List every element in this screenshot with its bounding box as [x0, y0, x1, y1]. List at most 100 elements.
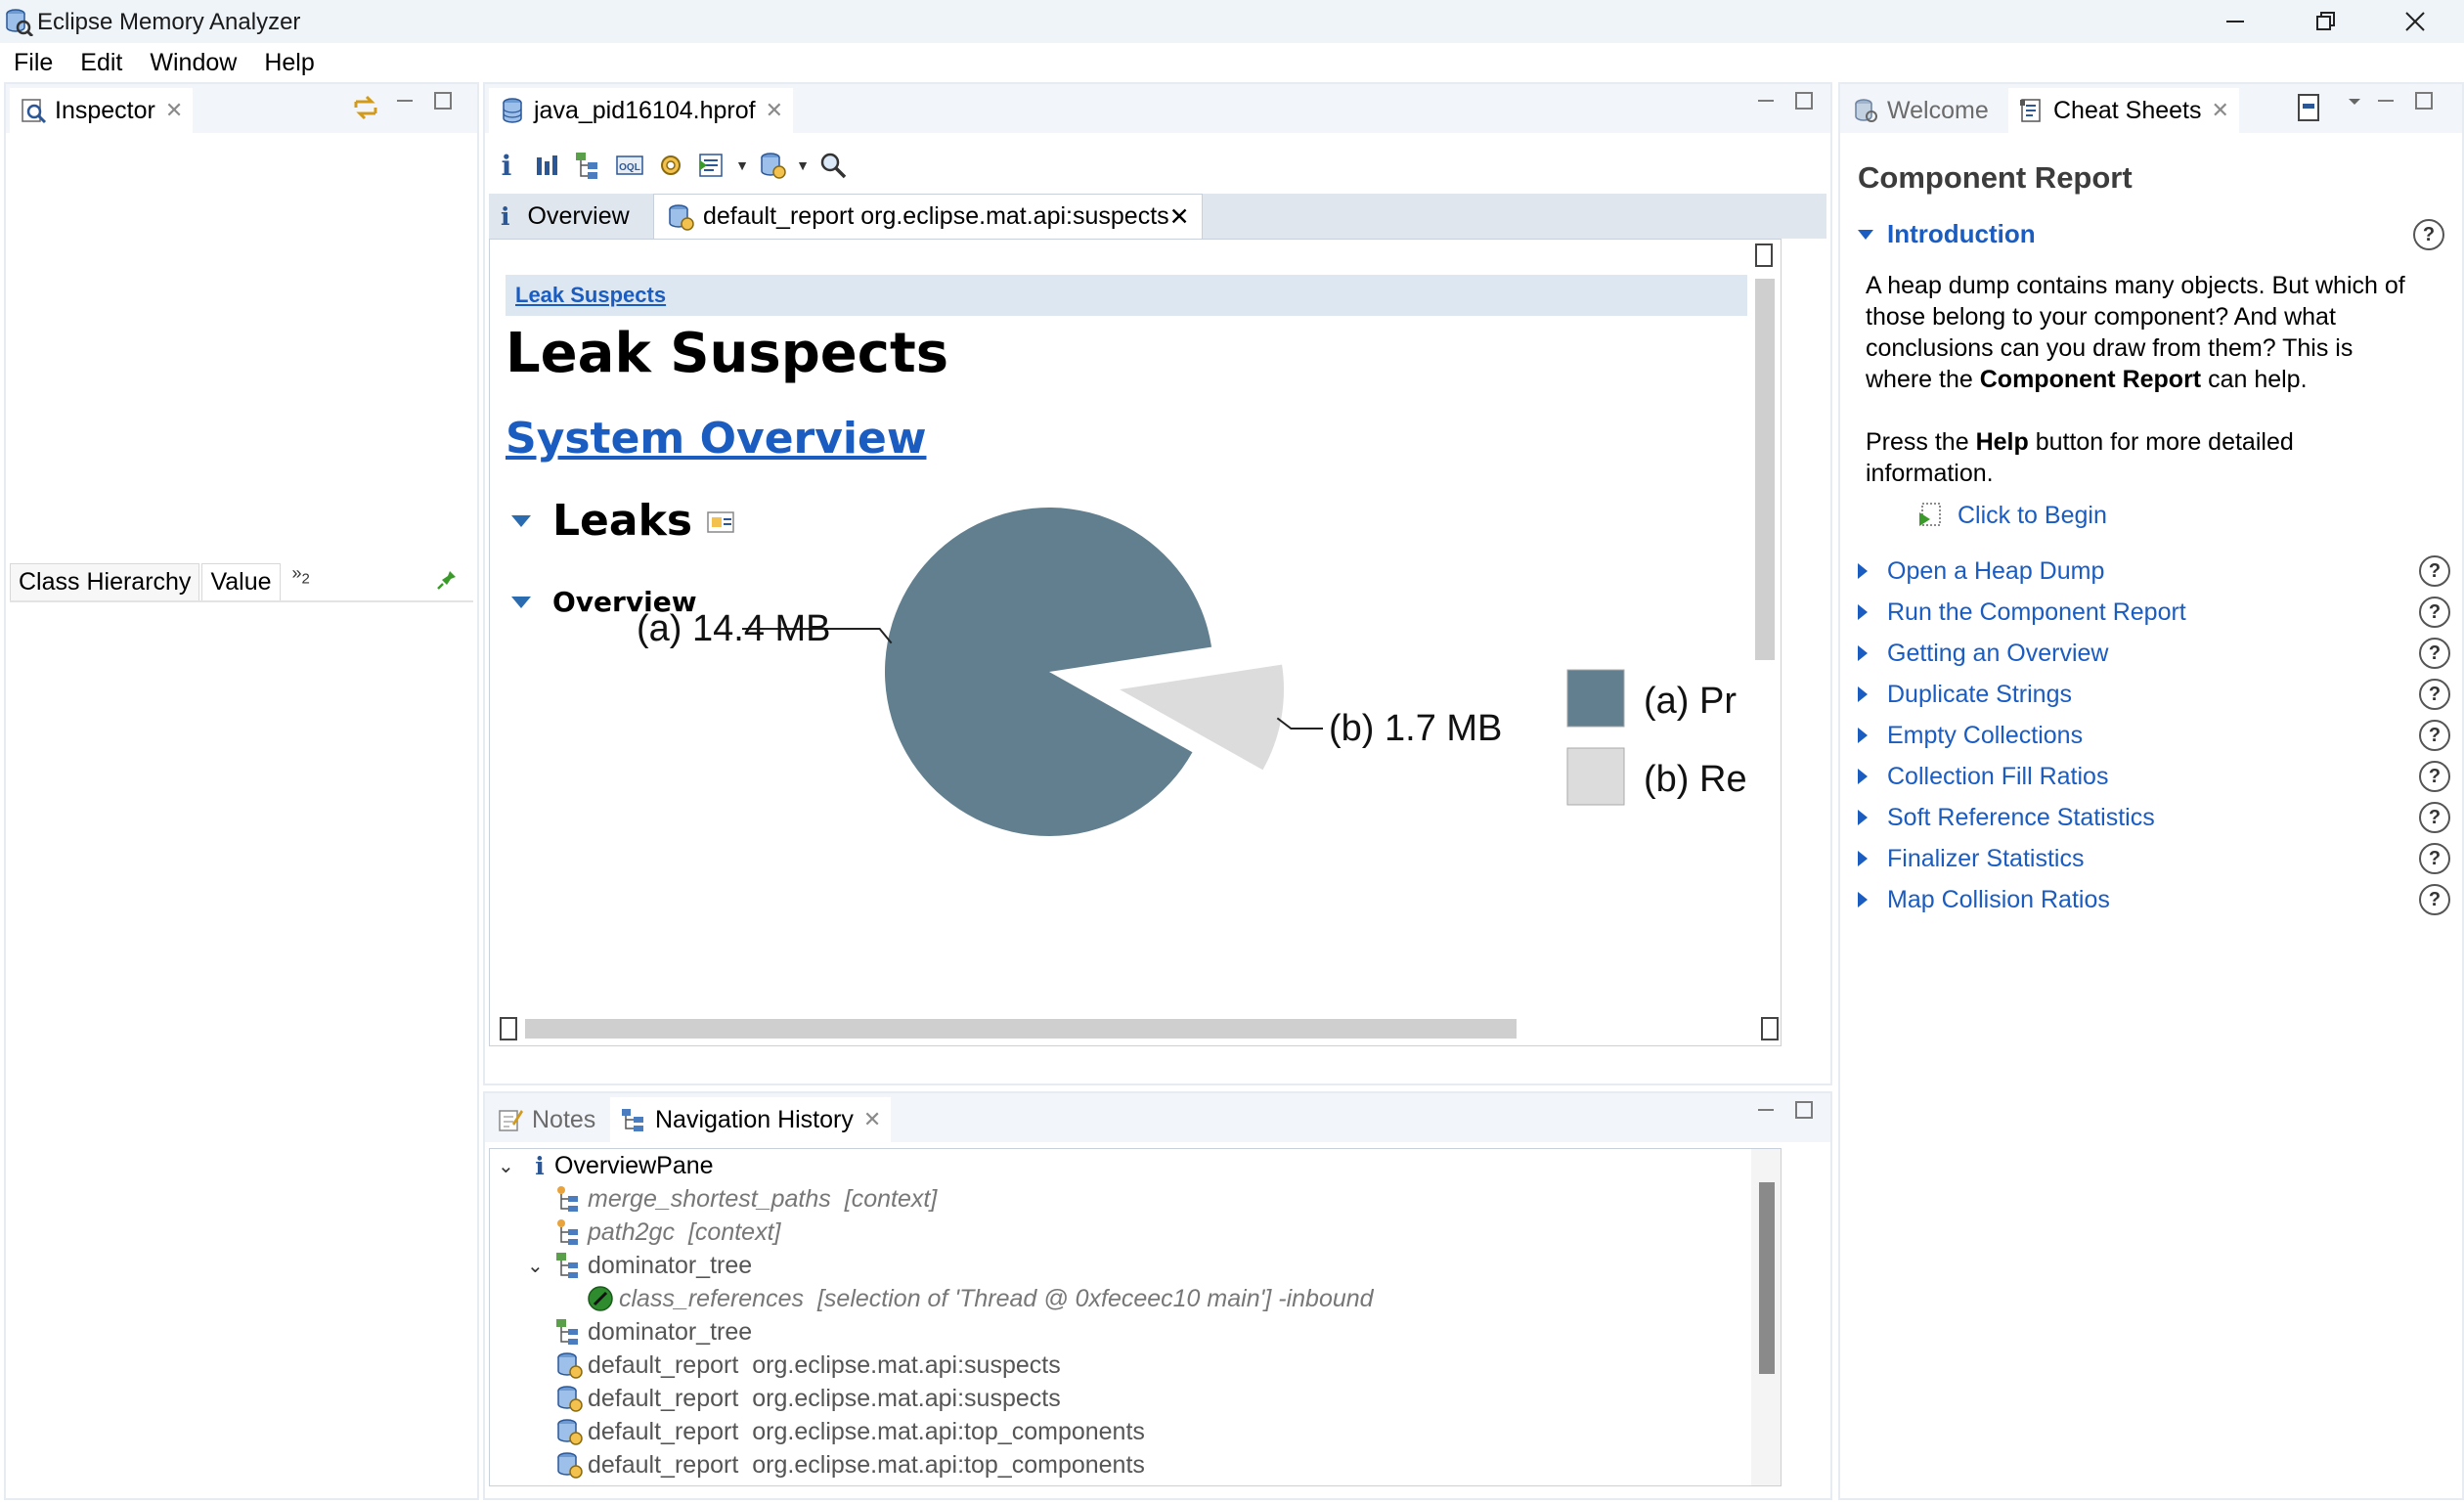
help-icon[interactable]: ? — [2419, 802, 2450, 833]
maximize-view-icon[interactable] — [1795, 92, 1813, 110]
help-icon[interactable]: ? — [2419, 843, 2450, 874]
restore-window-button[interactable] — [2280, 0, 2370, 43]
help-icon[interactable]: ? — [2419, 597, 2450, 628]
scroll-right-button[interactable] — [1761, 1017, 1779, 1040]
scroll-up-button[interactable] — [1755, 243, 1773, 267]
help-icon[interactable]: ? — [2419, 884, 2450, 915]
tree-row-dominator-tree[interactable]: dominator_tree — [554, 1315, 752, 1349]
link-with-editor-icon[interactable] — [350, 92, 381, 123]
tree-row-dominator-tree[interactable]: ⌄ dominator_tree — [527, 1249, 752, 1282]
tab-inspector-label: Inspector — [55, 96, 155, 124]
tree-row-class-references[interactable]: class_references [selection of 'Thread @… — [586, 1282, 1374, 1315]
minimize-view-icon[interactable] — [2376, 92, 2396, 111]
expand-triangle-icon — [1858, 728, 1868, 743]
dropdown-arrow-icon[interactable]: ▼ — [735, 148, 749, 183]
close-tab-icon[interactable]: ✕ — [1169, 202, 1190, 232]
step-run-component-report[interactable]: Run the Component Report? — [1858, 595, 2450, 630]
step-getting-overview[interactable]: Getting an Overview? — [1858, 636, 2450, 671]
menu-window[interactable]: Window — [150, 49, 237, 77]
query-browser-icon[interactable] — [694, 148, 729, 183]
horizontal-scroll-thumb[interactable] — [525, 1019, 1517, 1039]
oql-icon[interactable]: OQL — [612, 148, 647, 183]
minimize-window-button[interactable] — [2190, 0, 2280, 43]
pie-leader-line-1 — [1276, 717, 1323, 730]
close-tab-icon[interactable]: ✕ — [766, 98, 783, 123]
minimize-view-icon[interactable] — [395, 92, 415, 111]
tree-row-overview-pane[interactable]: ⌄ i OverviewPane — [498, 1149, 714, 1182]
chevron-down-icon[interactable]: ⌄ — [527, 1254, 547, 1278]
help-icon[interactable]: ? — [2419, 555, 2450, 587]
tab-heap-dump-file[interactable]: java_pid16104.hprof ✕ — [489, 88, 794, 133]
tree-row-default-report[interactable]: default_report org.eclipse.mat.api:suspe… — [554, 1349, 1061, 1382]
scroll-left-button[interactable] — [500, 1017, 517, 1040]
tab-value[interactable]: Value — [201, 563, 281, 600]
tab-cheat-sheets[interactable]: Cheat Sheets ✕ — [2008, 88, 2239, 133]
editor-subtab-row: i Overview default_report org.eclipse.ma… — [489, 194, 1826, 239]
vertical-scroll-thumb[interactable] — [1759, 1182, 1775, 1374]
heap-dump-overview-icon[interactable] — [755, 148, 790, 183]
tree-row-path2gc[interactable]: path2gc [context] — [554, 1216, 780, 1249]
tree-row-default-report[interactable]: default_report org.eclipse.mat.api:suspe… — [554, 1382, 1061, 1415]
tab-overflow-chevron[interactable]: »2 — [292, 559, 310, 588]
report-icon — [557, 1452, 583, 1479]
menu-file[interactable]: File — [14, 49, 53, 77]
step-soft-reference-statistics[interactable]: Soft Reference Statistics? — [1858, 800, 2450, 835]
inspector-icon — [22, 99, 47, 124]
click-to-begin-link[interactable]: Click to Begin — [1916, 501, 2107, 530]
minimize-view-icon[interactable] — [1756, 92, 1776, 111]
step-empty-collections[interactable]: Empty Collections? — [1858, 718, 2450, 753]
step-collection-fill-ratios[interactable]: Collection Fill Ratios? — [1858, 759, 2450, 794]
run-expert-system-icon[interactable] — [653, 148, 688, 183]
info-icon[interactable]: i — [489, 148, 524, 183]
tab-default-report[interactable]: default_report org.eclipse.mat.api:suspe… — [653, 194, 1203, 239]
help-icon[interactable]: ? — [2419, 761, 2450, 792]
chevron-down-icon[interactable]: ⌄ — [498, 1154, 517, 1178]
menu-edit[interactable]: Edit — [80, 49, 122, 77]
view-menu-icon[interactable] — [2345, 94, 2364, 105]
tree-row-default-report[interactable]: default_report org.eclipse.mat.api:top_c… — [554, 1448, 1145, 1482]
step-duplicate-strings[interactable]: Duplicate Strings? — [1858, 677, 2450, 712]
step-open-heap-dump[interactable]: Open a Heap Dump? — [1858, 553, 2450, 589]
tab-inspector[interactable]: Inspector ✕ — [10, 88, 194, 133]
notes-icon — [499, 1110, 523, 1131]
dropdown-arrow-icon[interactable]: ▼ — [796, 148, 810, 183]
intro-section-header[interactable]: Introduction — [1858, 219, 2036, 249]
click-to-begin-label: Click to Begin — [1958, 501, 2107, 529]
step-finalizer-statistics[interactable]: Finalizer Statistics? — [1858, 841, 2450, 876]
vertical-scroll-thumb[interactable] — [1755, 279, 1775, 660]
collapse-all-icon[interactable] — [2296, 92, 2321, 123]
close-tab-icon[interactable]: ✕ — [165, 98, 183, 123]
pin-icon[interactable] — [436, 569, 458, 591]
search-icon[interactable] — [815, 148, 851, 183]
tree-row-merge-shortest-paths[interactable]: merge_shortest_paths [context] — [554, 1182, 937, 1216]
info-icon: i — [501, 201, 510, 231]
dominator-tree-icon — [556, 1319, 578, 1345]
step-map-collision-ratios[interactable]: Map Collision Ratios? — [1858, 882, 2450, 917]
tab-notes[interactable]: Notes — [487, 1097, 605, 1142]
maximize-view-icon[interactable] — [2415, 92, 2433, 110]
close-tab-icon[interactable]: ✕ — [863, 1107, 881, 1132]
bottom-tab-row: Notes Navigation History ✕ — [485, 1093, 1830, 1142]
dominator-tree-icon[interactable] — [571, 148, 606, 183]
pie-slice-label-0: (a) 14.4 MB — [637, 608, 831, 649]
tab-welcome[interactable]: Welcome — [1842, 88, 1999, 133]
tab-navigation-history[interactable]: Navigation History ✕ — [610, 1097, 892, 1142]
tree-row-default-report[interactable]: default_report org.eclipse.mat.api:top_c… — [554, 1415, 1145, 1448]
help-icon[interactable]: ? — [2419, 679, 2450, 710]
histogram-icon[interactable] — [530, 148, 565, 183]
tab-overview[interactable]: i Overview — [489, 194, 641, 239]
maximize-view-icon[interactable] — [1795, 1101, 1813, 1119]
tab-class-hierarchy[interactable]: Class Hierarchy — [10, 563, 200, 600]
inspector-tab-row: Inspector ✕ — [6, 84, 477, 133]
vertical-scrollbar[interactable] — [1751, 1149, 1781, 1485]
close-window-button[interactable] — [2370, 0, 2460, 43]
maximize-view-icon[interactable] — [434, 92, 452, 110]
vertical-scrollbar[interactable] — [1747, 240, 1781, 1045]
horizontal-scrollbar[interactable] — [490, 1012, 1781, 1045]
minimize-view-icon[interactable] — [1756, 1101, 1776, 1121]
help-icon[interactable]: ? — [2419, 720, 2450, 751]
menu-help[interactable]: Help — [264, 49, 314, 77]
help-icon[interactable]: ? — [2419, 638, 2450, 669]
close-tab-icon[interactable]: ✕ — [2212, 98, 2229, 123]
help-icon[interactable]: ? — [2413, 219, 2444, 250]
